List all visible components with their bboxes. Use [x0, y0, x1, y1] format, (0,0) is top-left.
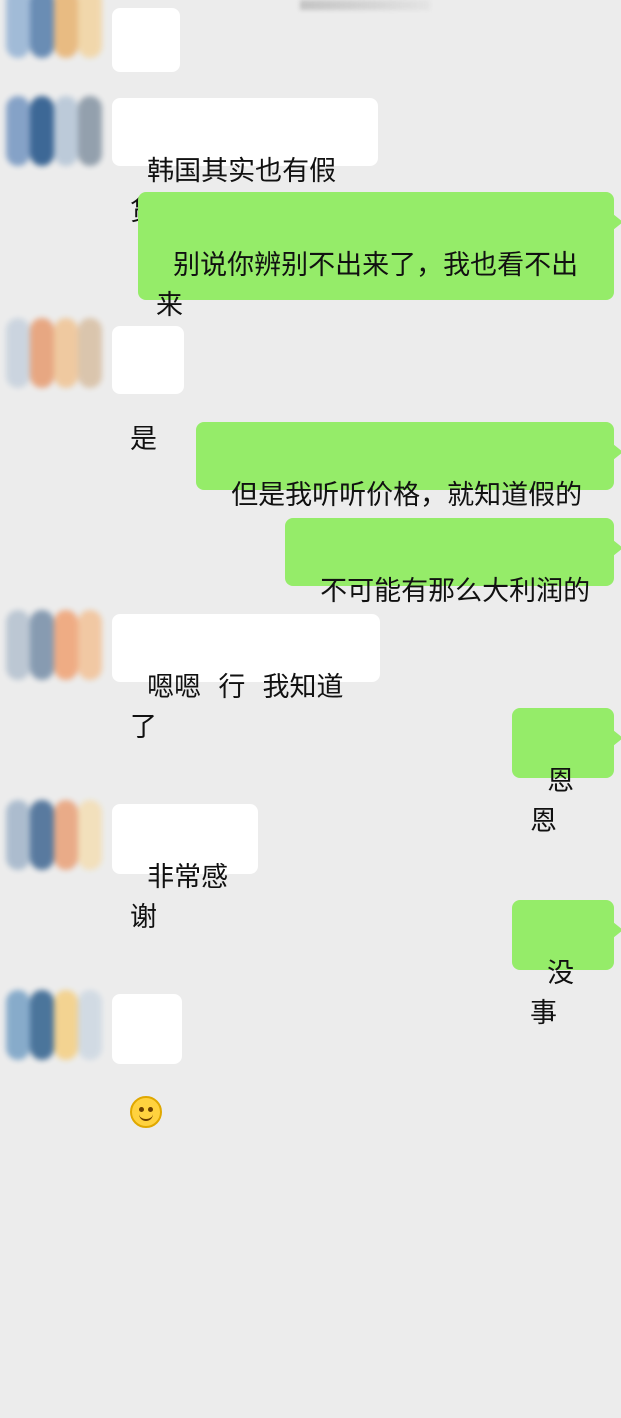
blurred-header-text: [300, 0, 430, 10]
contact-avatar[interactable]: [0, 0, 110, 64]
message-bubble-received[interactable]: [112, 994, 182, 1128]
message-bubble-received[interactable]: 非常感谢: [112, 804, 258, 933]
message-bubble-received[interactable]: 是: [112, 8, 180, 137]
message-text: 非常感谢: [130, 862, 229, 933]
message-bubble-sent[interactable]: 恩恩: [512, 708, 621, 837]
message-bubble-sent[interactable]: 没事: [512, 900, 621, 1029]
message-text: 恩恩: [530, 766, 575, 837]
message-text: 不可能有那么大利润的: [320, 576, 591, 607]
contact-avatar[interactable]: [0, 984, 110, 1066]
message-text: 是: [130, 424, 157, 455]
contact-avatar[interactable]: [0, 794, 110, 876]
message-text: 别说你辨别不出来了，我也看不出 来: [156, 250, 579, 321]
message-text: 没事: [530, 958, 575, 1029]
message-text: 嗯嗯 行 我知道了: [130, 672, 344, 743]
contact-avatar[interactable]: [0, 90, 110, 172]
message-bubble-sent[interactable]: 别说你辨别不出来了，我也看不出 来: [138, 192, 621, 321]
contact-avatar[interactable]: [0, 604, 110, 686]
message-bubble-sent[interactable]: 但是我听听价格，就知道假的: [196, 422, 621, 511]
message-text: 但是我听听价格，就知道假的: [231, 480, 583, 511]
message-bubble-received[interactable]: 嗯嗯 行 我知道了: [112, 614, 380, 743]
message-bubble-received[interactable]: 韩国其实也有假货: [112, 98, 378, 227]
contact-avatar[interactable]: [0, 312, 110, 394]
message-bubble-sent[interactable]: 不可能有那么大利润的: [285, 518, 621, 607]
message-bubble-received[interactable]: 是: [112, 326, 184, 455]
smiling-face-emoji-icon: [130, 1095, 162, 1128]
